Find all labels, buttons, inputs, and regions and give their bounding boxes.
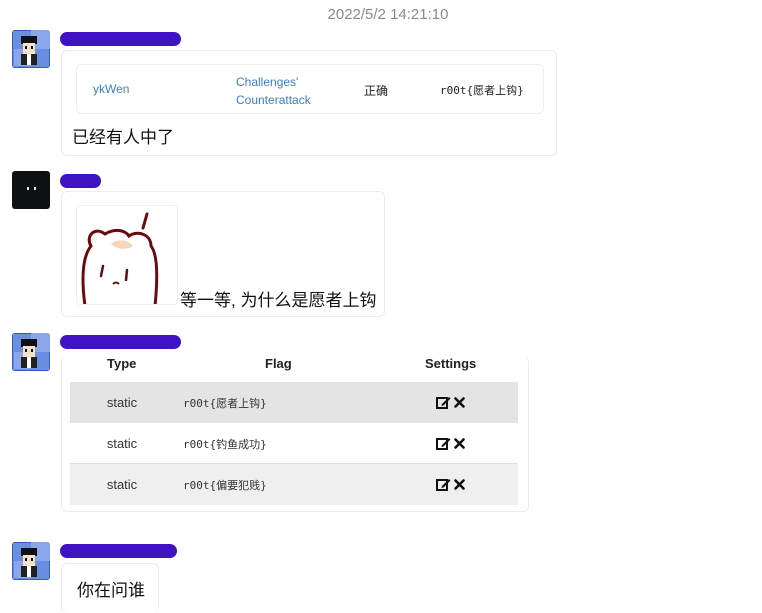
submission-flag: r00t{愿者上钩} — [440, 84, 524, 97]
table-header-settings: Settings — [425, 356, 477, 371]
edit-icon[interactable] — [436, 477, 451, 491]
pixel-avatar-icon — [12, 333, 50, 371]
sender-name-redacted — [60, 174, 101, 188]
edit-icon[interactable] — [436, 436, 451, 450]
sender-name-redacted — [60, 335, 181, 349]
chat-timestamp: 2022/5/2 14:21:10 — [327, 6, 449, 23]
message-bubble: ykWen Challenges' Counterattack 正确 r00t{… — [61, 50, 557, 156]
flag-type: static — [106, 395, 138, 410]
delete-icon[interactable] — [454, 437, 465, 449]
dark-avatar-icon — [12, 171, 50, 209]
message-text: 等一等, 为什么是愿者上钩 — [180, 291, 377, 310]
flag-table: Type Flag Settings static r00t{愿者上钩} sta… — [61, 356, 529, 512]
table-header-type: Type — [107, 356, 137, 371]
table-row: static r00t{偏要犯贱} — [70, 464, 518, 505]
table-header-flag: Flag — [265, 356, 292, 371]
flag-value: r00t{钓鱼成功} — [183, 438, 267, 451]
avatar[interactable] — [12, 30, 50, 68]
sender-name-redacted — [60, 544, 177, 558]
avatar[interactable] — [12, 542, 50, 580]
hamster-sticker-icon — [77, 206, 177, 304]
sender-name-redacted — [60, 32, 181, 46]
pixel-avatar-icon — [12, 30, 50, 68]
delete-icon[interactable] — [454, 478, 465, 490]
flag-value: r00t{偏要犯贱} — [183, 479, 267, 492]
message-bubble: 等一等, 为什么是愿者上钩 — [61, 191, 385, 317]
submission-status: 正确 — [364, 84, 389, 98]
message-text: 已经有人中了 — [72, 128, 174, 147]
submission-challenge-link[interactable]: Challenges' Counterattack — [236, 73, 311, 109]
avatar[interactable] — [12, 333, 50, 371]
flag-type: static — [106, 477, 138, 492]
pixel-avatar-icon — [12, 542, 50, 580]
flag-value: r00t{愿者上钩} — [183, 397, 267, 410]
message-text: 你在问谁 — [77, 581, 145, 600]
table-row: static r00t{愿者上钩} — [70, 382, 518, 423]
sticker-image — [76, 205, 178, 305]
flag-type: static — [106, 436, 138, 451]
delete-icon[interactable] — [454, 396, 465, 408]
submission-card: ykWen Challenges' Counterattack 正确 r00t{… — [76, 64, 544, 114]
table-row: static r00t{钓鱼成功} — [70, 423, 518, 464]
avatar[interactable] — [12, 171, 50, 209]
edit-icon[interactable] — [436, 395, 451, 409]
submission-user-link[interactable]: ykWen — [93, 82, 129, 96]
